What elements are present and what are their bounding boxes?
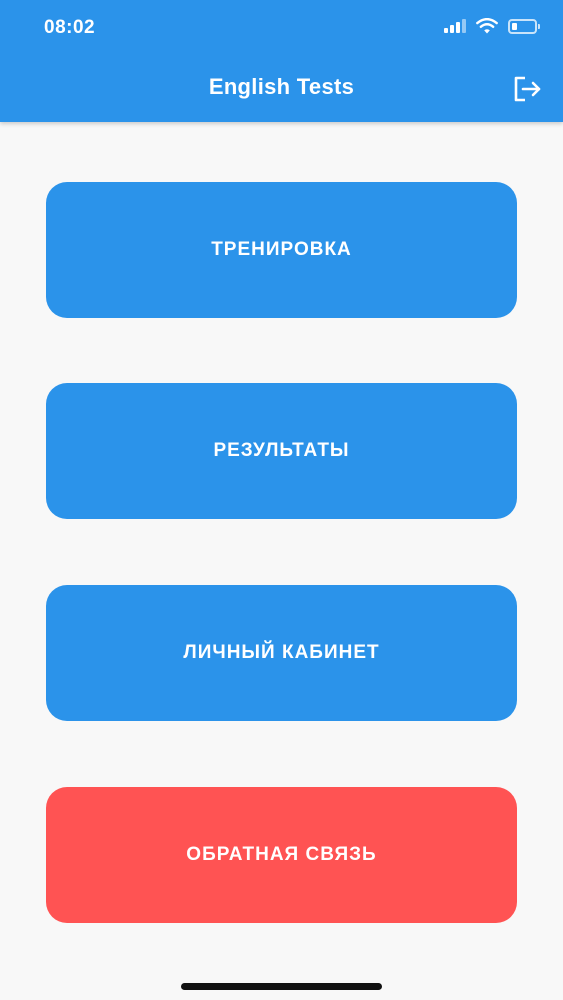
page-title: English Tests — [208, 74, 355, 99]
status-time: 08:02 — [44, 17, 96, 38]
results-button[interactable]: РЕЗУЛЬТАТЫ — [46, 383, 517, 519]
home-indicator — [181, 983, 382, 990]
feedback-button-label: ОБРАТНАЯ СВЯЗЬ — [186, 844, 377, 865]
results-button-label: РЕЗУЛЬТАТЫ — [213, 440, 350, 461]
training-button[interactable]: ТРЕНИРОВКА — [46, 182, 517, 318]
training-button-label: ТРЕНИРОВКА — [211, 239, 352, 260]
profile-button[interactable]: ЛИЧНЫЙ КАБИНЕТ — [46, 585, 517, 721]
app-bar: 08:02 English Tests — [0, 0, 563, 122]
battery-icon — [508, 18, 540, 34]
battery-fill — [512, 22, 517, 30]
signal-icon — [444, 19, 466, 33]
logout-button[interactable] — [511, 72, 545, 106]
status-icons — [444, 18, 540, 34]
wifi-icon — [476, 18, 498, 34]
feedback-button[interactable]: ОБРАТНАЯ СВЯЗЬ — [46, 787, 517, 923]
profile-button-label: ЛИЧНЫЙ КАБИНЕТ — [183, 642, 380, 663]
logout-icon — [514, 76, 541, 102]
